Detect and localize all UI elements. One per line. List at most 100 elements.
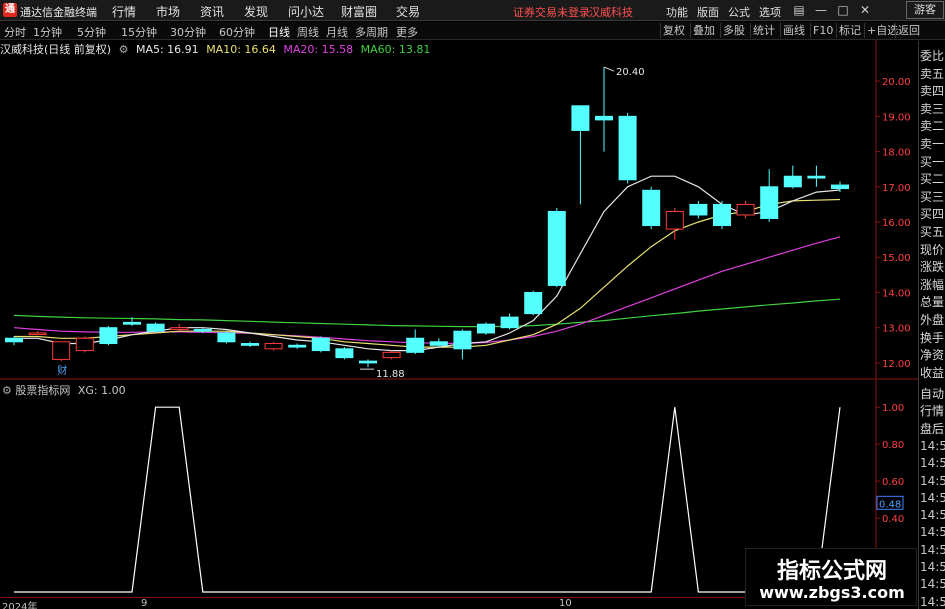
tick-time-label: 自动 [920,387,945,401]
menu-ask-xiaoda[interactable]: 问小达 [288,3,324,20]
period-monthly[interactable]: 月线 [326,24,348,40]
menu-discover[interactable]: 发现 [244,3,268,20]
menu-trade[interactable]: 交易 [396,3,420,20]
quote-field-label: 涨幅 [920,277,945,292]
stock-title: 汉威科技(日线 前复权) [0,43,112,56]
multi-stock-button[interactable]: 多股 [720,23,747,38]
date-label-oct: 10 [559,598,572,609]
guest-button[interactable]: 游客 [906,1,944,19]
ma20-label: MA20: 15.58 [283,43,354,56]
tick-time-label: 14:56 [920,508,945,523]
period-multi[interactable]: 多周期 [355,24,388,40]
statistics-button[interactable]: 统计 [750,23,777,38]
overlay-button[interactable]: 叠加 [690,23,717,38]
price-tick-label: 20.00 [882,77,911,88]
candle-down [335,348,354,359]
event-marker-label: 财 [57,364,67,377]
menu-bar: 通 通达信金融终端 行情 市场 资讯 发现 问小达 财富圈 交易 证券交易未登录… [0,0,945,21]
tick-time-label: 14:56 [920,560,945,574]
ma5-label: MA5: 16.91 [135,43,199,56]
menu-function[interactable]: 功能 [666,4,688,20]
period-30min[interactable]: 30分钟 [170,24,206,40]
candle-down [831,184,849,190]
tick-time-label: 行情 [920,404,945,419]
price-tick-label: 16.00 [882,218,911,229]
candle-down [760,186,779,220]
indicator-tick-label: 0.80 [882,440,904,451]
settings-icon[interactable]: ⚙ [119,43,129,56]
indicator-title: 股票指标网 [15,384,71,397]
candle-up [28,332,47,335]
low-price-label: 11.88 [376,369,405,380]
f10-button[interactable]: F10 [810,23,835,38]
period-60min[interactable]: 60分钟 [219,24,255,40]
candle-up [264,343,283,350]
menu-market[interactable]: 市场 [156,3,180,20]
quote-field-label: 总量 [920,295,945,310]
quote-field-label: 买二 [920,172,945,187]
menu-news[interactable]: 资讯 [200,3,224,20]
period-15min[interactable]: 15分钟 [121,24,157,40]
period-intraday[interactable]: 分时 [4,24,26,40]
price-tick-label: 17.00 [882,183,911,194]
menu-layout[interactable]: 版面 [697,4,719,20]
quote-field-label: 外盘 [920,313,945,327]
candle-up [665,210,684,230]
period-5min[interactable]: 5分钟 [77,24,106,40]
candle-down [642,189,661,227]
menu-options[interactable]: 选项 [759,4,781,20]
quote-field-label: 净资 [920,348,945,363]
watermark-url: www.zbgs3.com [759,583,905,602]
period-more[interactable]: 更多 [396,24,418,40]
candle-down [477,323,495,334]
app-title: 通达信金融终端 [20,6,97,19]
menu-wealth-circle[interactable]: 财富圈 [341,3,377,20]
price-tick-label: 18.00 [882,148,911,159]
high-marker-line [603,66,615,72]
candle-down [618,115,637,181]
indicator-settings-icon[interactable]: ⚙ [2,384,12,397]
candle-down [453,330,472,350]
date-label-sep: 9 [141,598,148,609]
skin-icon[interactable]: ▤ [790,2,808,18]
minimize-icon[interactable]: — [812,2,830,18]
tick-time-label: 14:56 [920,594,945,609]
draw-line-button[interactable]: 画线 [780,23,807,38]
candle-down [500,316,519,329]
notice-stock-name[interactable]: 汉威科技 [589,4,633,20]
candle-down [5,337,23,343]
kline-chart[interactable]: 12.00 13.00 14.00 15.00 16.00 17.00 18.00 19.00… [0,40,918,380]
maximize-icon[interactable]: □ [834,2,852,18]
candle-down [311,337,330,352]
candle-up [75,337,94,352]
candle-down [783,175,802,188]
period-weekly[interactable]: 周线 [297,24,319,40]
app-logo-icon: 通 [3,3,17,17]
menu-formula[interactable]: 公式 [728,4,750,20]
menu-market-quotes[interactable]: 行情 [112,3,136,20]
indicator-value: XG: 1.00 [77,384,126,397]
tick-time-label: 14:56 [920,542,945,557]
quote-field-label: 现价 [920,242,945,257]
close-icon[interactable]: ✕ [856,2,874,18]
mark-button[interactable]: 标记 [836,23,863,38]
login-notice[interactable]: 证券交易未登录 [513,4,590,20]
candle-down [193,328,212,332]
candle-down [99,327,118,345]
candle-down [595,115,613,121]
candle-down [429,341,448,346]
back-button[interactable]: 返回 [895,23,922,38]
candle-up [52,341,71,360]
price-tick-label: 12.00 [882,359,911,370]
period-1min[interactable]: 1分钟 [33,24,62,40]
ma20-line [13,236,841,345]
candle-down [524,291,543,315]
quote-field-label: 涨跌 [920,260,945,275]
period-daily[interactable]: 日线 [268,24,290,40]
candle-down [241,343,259,346]
quote-field-label: 卖二 [920,119,945,134]
price-tick-label: 19.00 [882,112,911,123]
indicator-tick-label: 1.00 [882,403,904,414]
adjust-button[interactable]: 复权 [660,23,687,38]
tick-time-label: 盘后 [920,421,945,436]
